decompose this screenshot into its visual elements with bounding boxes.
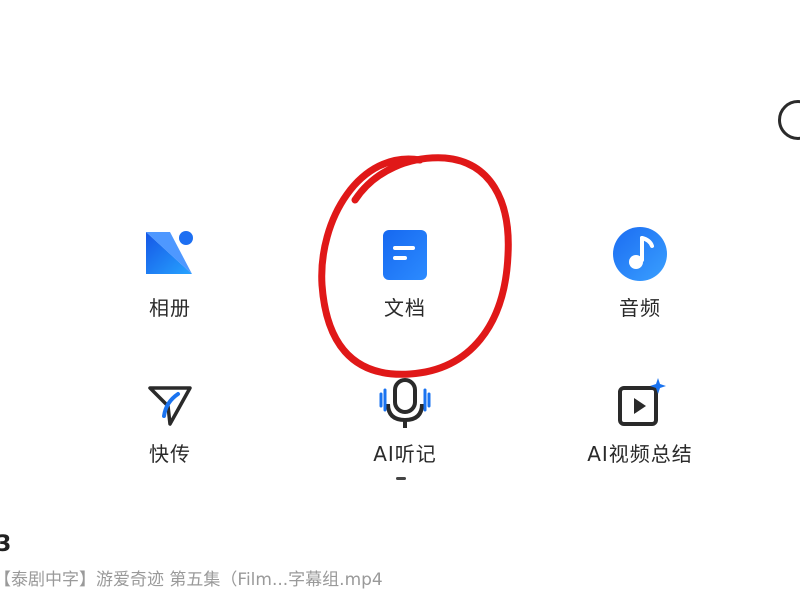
document-icon [373,222,437,286]
grid-item-audio[interactable]: 音频 [540,222,740,321]
file-name[interactable]: 【泰剧中字】游爱奇迹 第五集（Film...字幕组.mp4 [0,565,554,590]
microphone-icon [373,372,437,436]
grid-item-label: 文档 [384,296,426,320]
grid-item-label: 快传 [149,442,191,466]
page-indicator [396,477,406,480]
grid-item-quick-transfer[interactable]: 快传 [70,372,270,467]
grid-item-label: AI视频总结 [587,442,693,466]
grid-item-label: 音频 [619,296,661,320]
album-icon [138,222,202,286]
app-screen: 相册 文档 音频 快传 AI听记 AI视频总结 3 【泰剧中字】游爱奇迹 第五集… [0,0,800,600]
send-plane-icon [138,372,202,436]
grid-item-ai-listen[interactable]: AI听记 [305,372,505,467]
grid-item-label: AI听记 [373,442,437,466]
grid-item-document[interactable]: 文档 [305,222,505,321]
partial-circle-button[interactable] [778,100,800,140]
music-note-icon [608,222,672,286]
video-summary-icon [608,372,672,436]
file-index: 3 [0,532,12,557]
grid-item-ai-video-summary[interactable]: AI视频总结 [540,372,740,467]
grid-item-label: 相册 [149,296,191,320]
grid-item-album[interactable]: 相册 [70,222,270,321]
